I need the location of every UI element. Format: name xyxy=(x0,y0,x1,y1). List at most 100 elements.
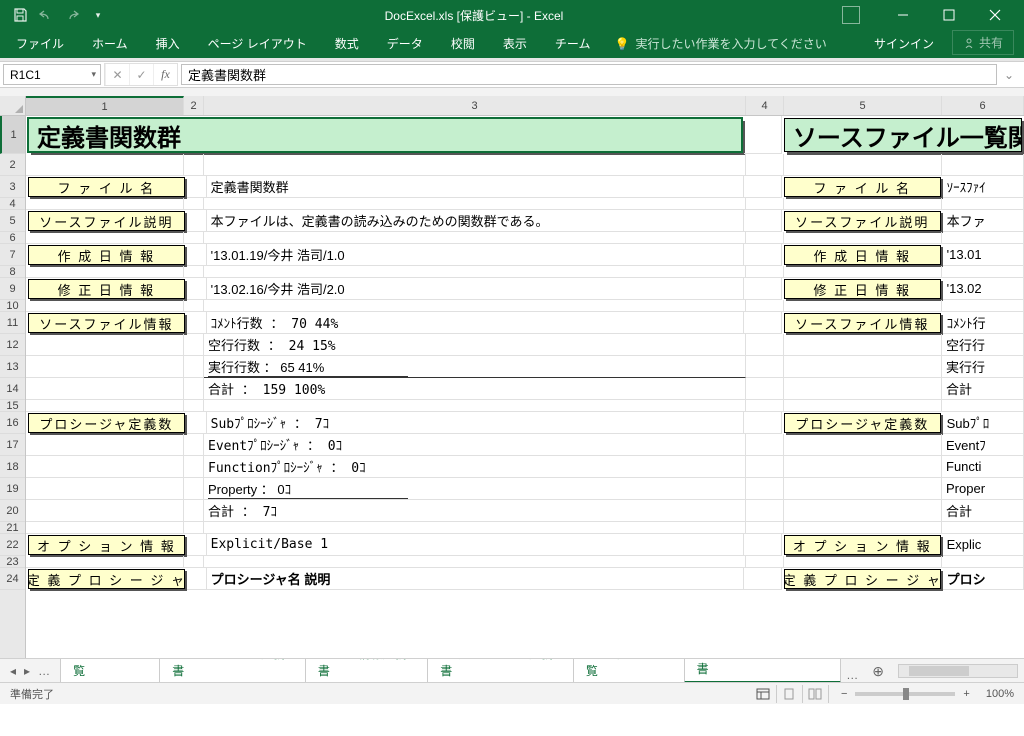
tab-review[interactable]: 校閲 xyxy=(437,29,489,58)
fx-icon[interactable]: fx xyxy=(153,64,177,85)
row-header[interactable]: 20 xyxy=(0,500,25,522)
cell[interactable]: プロシ xyxy=(943,568,1024,590)
cell[interactable]: '13.01 xyxy=(943,244,1024,266)
tab-insert[interactable]: 挿入 xyxy=(142,29,194,58)
sheet-tab[interactable]: 2.1ファイル一覧 xyxy=(573,659,685,682)
col-header[interactable]: 4 xyxy=(746,96,784,115)
cell[interactable] xyxy=(744,116,782,154)
cell[interactable]: 定 義 プ ロ シ ー ジ ャ xyxy=(784,569,941,589)
row-header[interactable]: 9 xyxy=(0,278,25,300)
cell[interactable]: プロシージャ定義数 xyxy=(784,413,941,433)
cell[interactable]: Subﾌﾟﾛｼｰｼﾞｬ ： 7ｺ xyxy=(207,412,744,434)
zoom-out-button[interactable]: − xyxy=(841,688,847,700)
cell[interactable]: ソースファイル説明 xyxy=(28,211,185,231)
cell[interactable]: 合計 ： 7ｺ xyxy=(204,500,746,522)
cell[interactable]: 本ファイルは、定義書の読み込みのための関数群である。 xyxy=(207,210,744,232)
zoom-level[interactable]: 100% xyxy=(986,688,1014,700)
sheet-nav-prev-icon[interactable]: ▸ xyxy=(24,664,30,678)
cell[interactable]: Property ： 0ｺ xyxy=(204,478,746,500)
row-header[interactable]: 10 xyxy=(0,300,25,312)
col-header[interactable]: 5 xyxy=(784,96,942,115)
save-icon[interactable] xyxy=(12,7,28,23)
tab-home[interactable]: ホーム xyxy=(78,29,142,58)
row-header[interactable]: 4 xyxy=(0,198,25,210)
cell[interactable]: Proper xyxy=(942,478,1024,500)
col-header[interactable]: 2 xyxy=(184,96,204,115)
cell[interactable]: オ プ シ ョ ン 情 報 xyxy=(28,535,185,555)
share-button[interactable]: 共有 xyxy=(952,30,1014,55)
row-header[interactable]: 21 xyxy=(0,522,25,534)
view-pagelayout-icon[interactable] xyxy=(777,685,803,703)
cell[interactable]: ｿｰｽﾌｧｲ xyxy=(943,176,1024,198)
cell[interactable]: ソースファイル一覧関数 xyxy=(784,118,1022,152)
row-header[interactable]: 13 xyxy=(0,356,25,378)
cell[interactable]: 空行行数 ： 24 15% xyxy=(204,334,746,356)
cell[interactable]: フ ァ イ ル 名 xyxy=(784,177,941,197)
col-header[interactable]: 3 xyxy=(204,96,746,115)
zoom-slider[interactable] xyxy=(855,692,955,696)
row-header[interactable]: 23 xyxy=(0,556,25,568)
horizontal-scrollbar[interactable] xyxy=(898,664,1018,678)
cell[interactable]: 定 義 プ ロ シ ー ジ ャ xyxy=(28,569,185,589)
cell[interactable]: '13.01.19/今井 浩司/1.0 xyxy=(207,244,744,266)
maximize-button[interactable] xyxy=(926,0,972,30)
cell[interactable]: 本ファ xyxy=(943,210,1024,232)
row-header[interactable]: 3 xyxy=(0,176,25,198)
cell[interactable]: 合計 ： 159 100% xyxy=(204,378,746,400)
cell[interactable]: ｺﾒﾝﾄ行 xyxy=(943,312,1024,334)
undo-icon[interactable] xyxy=(38,7,54,23)
cell[interactable]: ソースファイル情報 xyxy=(28,313,185,333)
view-pagebreak-icon[interactable] xyxy=(803,685,829,703)
cell[interactable]: 定義書関数群 xyxy=(28,118,742,152)
sheet-tab[interactable]: 2.2ソースファイル説明書 xyxy=(684,659,842,682)
sheet-more-icon[interactable]: … xyxy=(840,668,864,682)
cell[interactable]: オ プ シ ョ ン 情 報 xyxy=(784,535,941,555)
row-header[interactable]: 12 xyxy=(0,334,25,356)
sheet-tab[interactable]: 1.4シート一覧 xyxy=(60,659,160,682)
cell[interactable]: ソースファイル説明 xyxy=(784,211,941,231)
row-header[interactable]: 22 xyxy=(0,534,25,556)
name-box[interactable]: R1C1 xyxy=(3,64,101,85)
cell[interactable]: Explic xyxy=(943,534,1024,556)
row-header[interactable]: 6 xyxy=(0,232,25,244)
tab-file[interactable]: ファイル xyxy=(6,29,78,58)
formula-input[interactable]: 定義書関数群 xyxy=(181,64,997,85)
sheet-nav-more-icon[interactable]: … xyxy=(38,664,50,678)
sheet-tab[interactable]: 1.5ワークシート定義書 xyxy=(159,659,306,682)
cell[interactable]: ｺﾒﾝﾄ行数 ： 70 44% xyxy=(207,312,744,334)
cell[interactable]: 修 正 日 情 報 xyxy=(28,279,185,299)
row-header[interactable]: 11 xyxy=(0,312,25,334)
cell[interactable]: '13.02.16/今井 浩司/2.0 xyxy=(207,278,744,300)
row-header[interactable]: 2 xyxy=(0,154,25,176)
cell[interactable]: 合計 xyxy=(942,378,1024,400)
cell[interactable]: プロシージャ名 説明 xyxy=(207,568,744,590)
cell[interactable]: Eventﾌﾟﾛｼｰｼﾞｬ ： 0ｺ xyxy=(204,434,746,456)
cell[interactable]: Explicit/Base 1 xyxy=(207,534,744,556)
cell[interactable]: 修 正 日 情 報 xyxy=(784,279,941,299)
row-header[interactable]: 16 xyxy=(0,412,25,434)
view-normal-icon[interactable] xyxy=(751,685,777,703)
tab-view[interactable]: 表示 xyxy=(489,29,541,58)
sheet-tab[interactable]: 1.7グラフシート定義書 xyxy=(427,659,574,682)
row-header[interactable]: 18 xyxy=(0,456,25,478)
tab-pagelayout[interactable]: ページ レイアウト xyxy=(194,29,321,58)
tab-formulas[interactable]: 数式 xyxy=(321,29,373,58)
cell[interactable]: フ ァ イ ル 名 xyxy=(28,177,185,197)
cell[interactable]: '13.02 xyxy=(943,278,1024,300)
cell[interactable]: 空行行 xyxy=(942,334,1024,356)
cell[interactable]: 合計 xyxy=(942,500,1024,522)
add-sheet-button[interactable]: ⊕ xyxy=(864,661,892,682)
row-header[interactable]: 5 xyxy=(0,210,25,232)
row-header[interactable]: 1 xyxy=(0,116,25,154)
cell[interactable]: Functi xyxy=(942,456,1024,478)
cell[interactable]: ソースファイル情報 xyxy=(784,313,941,333)
row-header[interactable]: 7 xyxy=(0,244,25,266)
close-button[interactable] xyxy=(972,0,1018,30)
signin-link[interactable]: サインイン xyxy=(860,29,948,58)
cell[interactable]: 作 成 日 情 報 xyxy=(28,245,185,265)
spreadsheet-grid[interactable]: 1 2 3 4 5 6 7 8 9 10 11 12 13 14 15 16 1… xyxy=(0,96,1024,658)
select-all-corner[interactable] xyxy=(0,96,25,116)
minimize-button[interactable] xyxy=(880,0,926,30)
sheet-tab[interactable]: 1.6セル情報定義書 xyxy=(305,659,428,682)
cell[interactable]: Eventﾌ xyxy=(942,434,1024,456)
